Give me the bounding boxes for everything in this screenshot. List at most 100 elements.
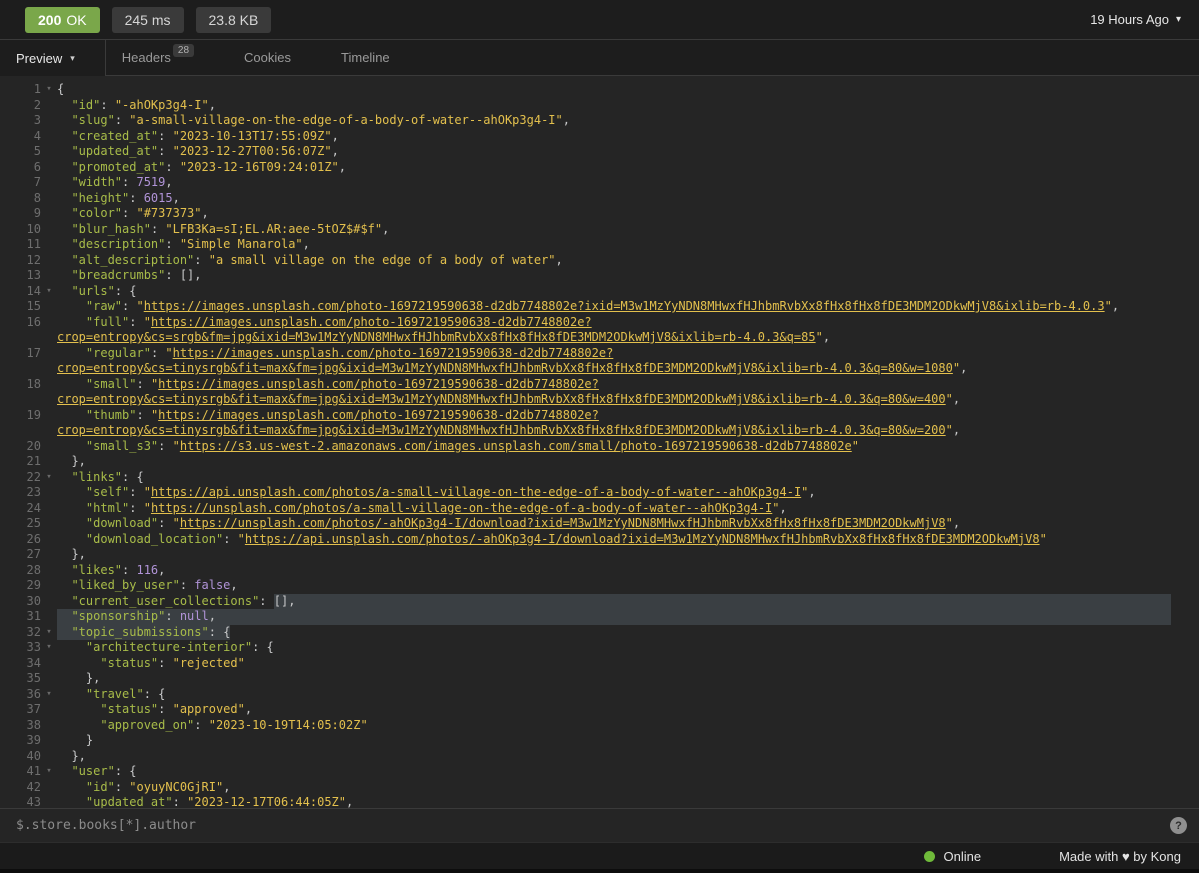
json-url-link[interactable]: https://api.unsplash.com/photos/a-small-… <box>151 485 801 501</box>
code-content[interactable]: "updated_at": "2023-12-27T00:56:07Z", <box>57 144 1171 160</box>
code-content[interactable]: "links": { <box>57 470 1171 486</box>
code-token: "2023-10-13T17:55:09Z" <box>173 129 332 145</box>
code-content[interactable]: "full": "https://images.unsplash.com/pho… <box>57 315 1171 331</box>
code-content[interactable]: crop=entropy&cs=tinysrgb&fit=max&fm=jpg&… <box>57 423 1171 439</box>
fold-spacer <box>41 780 57 796</box>
fold-spacer <box>41 377 57 393</box>
code-content[interactable]: "self": "https://api.unsplash.com/photos… <box>57 485 1171 501</box>
gutter: 40 <box>0 749 57 765</box>
code-line-41: 41▾ "user": { <box>0 764 1199 780</box>
json-url-link[interactable]: https://s3.us-west-2.amazonaws.com/image… <box>180 439 852 455</box>
fold-spacer <box>41 578 57 594</box>
json-url-link[interactable]: crop=entropy&cs=tinysrgb&fit=max&fm=jpg&… <box>57 392 946 408</box>
fold-arrow-icon[interactable]: ▾ <box>41 687 57 703</box>
response-history-dropdown[interactable]: 19 Hours Ago ▾ <box>1090 12 1181 27</box>
code-token: " <box>144 315 151 331</box>
json-url-link[interactable]: https://images.unsplash.com/photo-169721… <box>151 315 592 331</box>
fold-spacer <box>41 206 57 222</box>
json-preview-editor[interactable]: 1▾{2 "id": "-ahOKp3g4-I",3 "slug": "a-sm… <box>0 76 1199 808</box>
code-content[interactable]: "small": "https://images.unsplash.com/ph… <box>57 377 1171 393</box>
json-url-link[interactable]: https://unsplash.com/photos/a-small-vill… <box>151 501 772 517</box>
code-content[interactable]: "urls": { <box>57 284 1171 300</box>
code-content[interactable]: "width": 7519, <box>57 175 1171 191</box>
fold-spacer <box>41 144 57 160</box>
code-line-40: 40 }, <box>0 749 1199 765</box>
tab-preview-dropdown[interactable]: Preview ▾ <box>0 40 105 76</box>
fold-arrow-icon[interactable]: ▾ <box>41 82 57 98</box>
code-content[interactable]: "topic_submissions": { <box>57 625 1171 641</box>
code-content[interactable]: "travel": { <box>57 687 1171 703</box>
code-content[interactable]: "breadcrumbs": [], <box>57 268 1171 284</box>
code-content[interactable]: "thumb": "https://images.unsplash.com/ph… <box>57 408 1171 424</box>
online-status-toggle[interactable]: Online <box>924 849 982 864</box>
fold-spacer <box>41 315 57 331</box>
fold-arrow-icon[interactable]: ▾ <box>41 764 57 780</box>
code-content[interactable]: crop=entropy&cs=tinysrgb&fit=max&fm=jpg&… <box>57 361 1171 377</box>
code-content[interactable]: }, <box>57 671 1171 687</box>
tab-cookies[interactable]: Cookies <box>244 50 291 65</box>
code-content[interactable]: "small_s3": "https://s3.us-west-2.amazon… <box>57 439 1171 455</box>
code-content[interactable]: "html": "https://unsplash.com/photos/a-s… <box>57 501 1171 517</box>
tab-headers-label: Headers <box>122 50 171 65</box>
code-content[interactable]: "color": "#737373", <box>57 206 1171 222</box>
jsonpath-filter-input[interactable] <box>16 818 1170 833</box>
json-url-link[interactable]: https://images.unsplash.com/photo-169721… <box>144 299 1105 315</box>
gutter: 36▾ <box>0 687 57 703</box>
json-url-link[interactable]: crop=entropy&cs=tinysrgb&fit=max&fm=jpg&… <box>57 423 946 439</box>
code-content[interactable]: "description": "Simple Manarola", <box>57 237 1171 253</box>
code-content[interactable]: "status": "rejected" <box>57 656 1171 672</box>
json-url-link[interactable]: crop=entropy&cs=tinysrgb&fit=max&fm=jpg&… <box>57 361 953 377</box>
gutter: 10 <box>0 222 57 238</box>
code-content[interactable]: crop=entropy&cs=tinysrgb&fit=max&fm=jpg&… <box>57 392 1171 408</box>
code-token: "download_location" <box>86 532 223 548</box>
response-filter-bar: ? <box>0 808 1199 842</box>
json-url-link[interactable]: https://images.unsplash.com/photo-169721… <box>158 377 599 393</box>
code-content[interactable]: "architecture-interior": { <box>57 640 1171 656</box>
code-content[interactable]: }, <box>57 547 1171 563</box>
json-url-link[interactable]: https://images.unsplash.com/photo-169721… <box>173 346 614 362</box>
fold-arrow-icon[interactable]: ▾ <box>41 470 57 486</box>
code-content[interactable]: "id": "oyuyNC0GjRI", <box>57 780 1171 796</box>
code-line-25: 25 "download": "https://unsplash.com/pho… <box>0 516 1199 532</box>
code-content[interactable]: "height": 6015, <box>57 191 1171 207</box>
gutter: 30 <box>0 594 57 610</box>
code-content[interactable]: "sponsorship": null, <box>57 609 1171 625</box>
code-content[interactable]: "regular": "https://images.unsplash.com/… <box>57 346 1171 362</box>
code-content[interactable]: "updated_at": "2023-12-17T06:44:05Z", <box>57 795 1171 808</box>
tab-timeline[interactable]: Timeline <box>341 50 390 65</box>
line-number: 18 <box>0 377 41 393</box>
code-content[interactable]: "alt_description": "a small village on t… <box>57 253 1171 269</box>
json-url-link[interactable]: https://api.unsplash.com/photos/-ahOKp3g… <box>245 532 1040 548</box>
code-content[interactable]: "raw": "https://images.unsplash.com/phot… <box>57 299 1171 315</box>
code-content[interactable]: crop=entropy&cs=srgb&fm=jpg&ixid=M3w1MzY… <box>57 330 1171 346</box>
code-content[interactable]: { <box>57 82 1171 98</box>
code-content[interactable]: "id": "-ahOKp3g4-I", <box>57 98 1171 114</box>
code-content[interactable]: "user": { <box>57 764 1171 780</box>
code-content[interactable]: "promoted_at": "2023-12-16T09:24:01Z", <box>57 160 1171 176</box>
code-content[interactable]: "download": "https://unsplash.com/photos… <box>57 516 1171 532</box>
fold-arrow-icon[interactable]: ▾ <box>41 640 57 656</box>
code-content[interactable]: }, <box>57 749 1171 765</box>
code-content[interactable]: "liked_by_user": false, <box>57 578 1171 594</box>
fold-arrow-icon[interactable]: ▾ <box>41 284 57 300</box>
code-content[interactable]: "download_location": "https://api.unspla… <box>57 532 1171 548</box>
json-url-link[interactable]: https://images.unsplash.com/photo-169721… <box>158 408 599 424</box>
code-content[interactable]: "status": "approved", <box>57 702 1171 718</box>
code-content[interactable]: } <box>57 733 1171 749</box>
kong-credit-link[interactable]: Made with ♥ by Kong <box>1059 849 1181 864</box>
code-line-32: 32▾ "topic_submissions": { <box>0 625 1199 641</box>
code-content[interactable]: "created_at": "2023-10-13T17:55:09Z", <box>57 129 1171 145</box>
json-url-link[interactable]: crop=entropy&cs=srgb&fm=jpg&ixid=M3w1MzY… <box>57 330 816 346</box>
code-content[interactable]: "likes": 116, <box>57 563 1171 579</box>
code-content[interactable]: "current_user_collections": [], <box>57 594 1171 610</box>
code-content[interactable]: "approved_on": "2023-10-19T14:05:02Z" <box>57 718 1171 734</box>
code-content[interactable]: "blur_hash": "LFB3Ka=sI;EL.AR:aee-5tOZ$#… <box>57 222 1171 238</box>
fold-arrow-icon[interactable]: ▾ <box>41 625 57 641</box>
filter-help-icon[interactable]: ? <box>1170 817 1187 834</box>
code-token <box>57 98 71 114</box>
json-url-link[interactable]: https://unsplash.com/photos/-ahOKp3g4-I/… <box>180 516 946 532</box>
line-number: 38 <box>0 718 41 734</box>
tab-headers[interactable]: Headers 28 <box>122 50 194 65</box>
code-content[interactable]: "slug": "a-small-village-on-the-edge-of-… <box>57 113 1171 129</box>
code-content[interactable]: }, <box>57 454 1171 470</box>
